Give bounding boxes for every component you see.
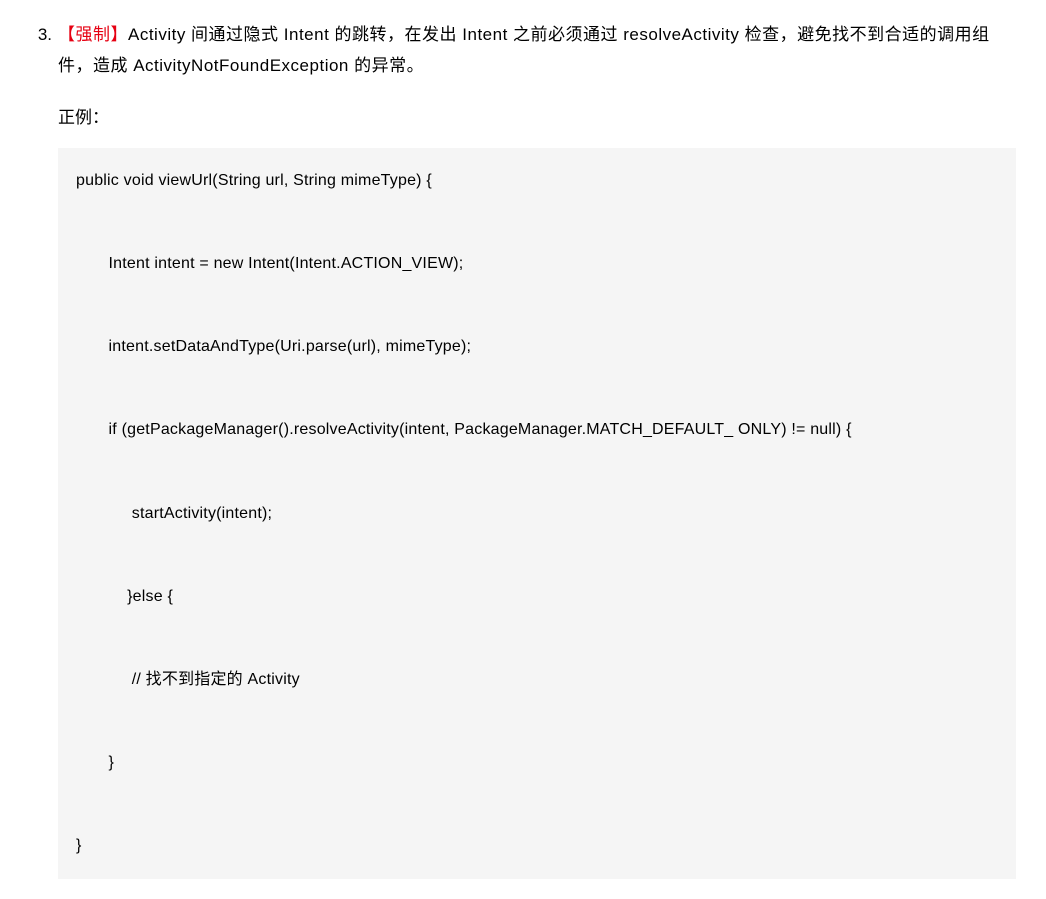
rule-content: 【强制】Activity 间通过隐式 Intent 的跳转，在发出 Intent…: [58, 20, 1016, 879]
rule-number: 3.: [30, 20, 58, 51]
rule-item: 3. 【强制】Activity 间通过隐式 Intent 的跳转，在发出 Int…: [30, 20, 1016, 879]
rule-description: Activity 间通过隐式 Intent 的跳转，在发出 Intent 之前必…: [58, 25, 990, 75]
code-example: public void viewUrl(String url, String m…: [58, 148, 1016, 879]
rule-text-line: 【强制】Activity 间通过隐式 Intent 的跳转，在发出 Intent…: [58, 20, 1016, 81]
example-label: 正例：: [58, 103, 1016, 134]
mandatory-tag: 【强制】: [58, 25, 128, 44]
